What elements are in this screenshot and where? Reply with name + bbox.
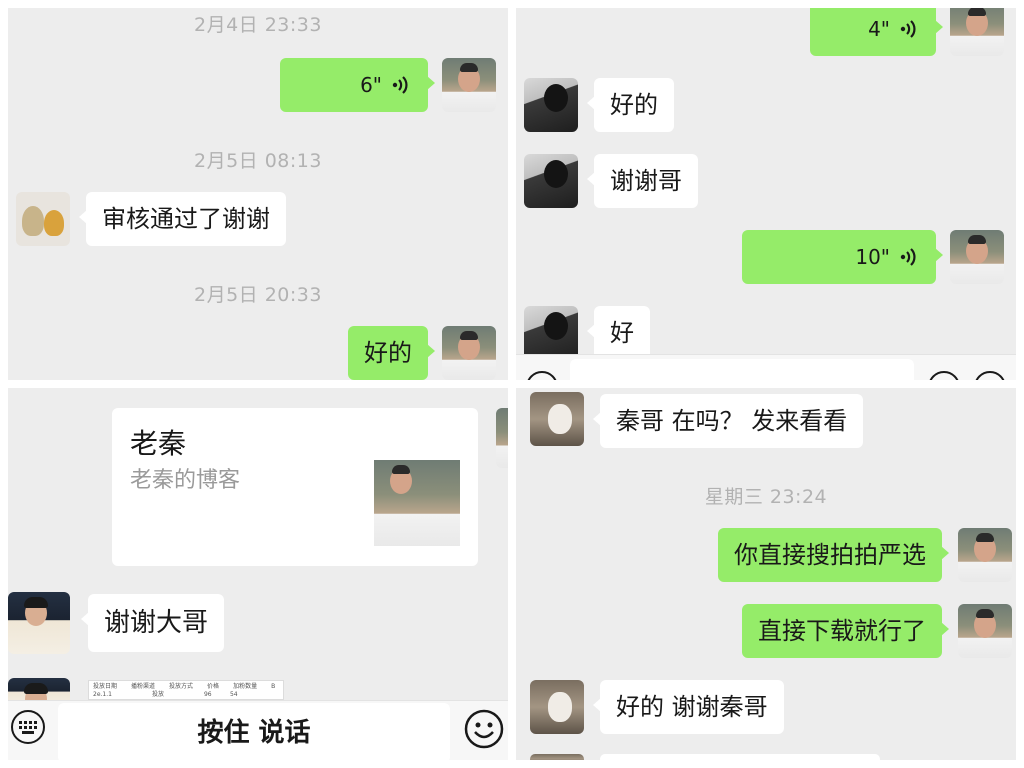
file-preview-cell: 播粉渠道 xyxy=(131,683,156,690)
incoming-message[interactable]: 谢谢大哥 xyxy=(80,594,225,652)
hold-to-talk-button[interactable]: 按住 说话 xyxy=(58,703,450,760)
incoming-message[interactable]: 好的 xyxy=(587,78,674,132)
chat-panel-1: 2月4日 23:33 6" 2月5日 08:13 审核通过了谢谢 2月5日 20… xyxy=(8,8,508,380)
file-preview-cell: 96 xyxy=(203,691,212,698)
voice-duration: 6" xyxy=(360,73,382,97)
file-preview-cell: 加粉数量 xyxy=(233,683,258,690)
file-preview-cell: 投放方式 xyxy=(169,683,194,690)
file-preview-cell: 54 xyxy=(229,691,238,698)
voice-wave-icon xyxy=(900,248,916,266)
file-preview-cell xyxy=(178,691,190,699)
incoming-message[interactable]: 好的 谢谢秦哥 xyxy=(593,680,784,734)
contact-avatar[interactable] xyxy=(524,78,578,132)
voice-wave-icon xyxy=(900,20,916,38)
timestamp: 2月5日 08:13 xyxy=(194,150,322,172)
input-bar xyxy=(516,354,1016,380)
file-preview-data-row: 2e.1.1 投放 96 54 xyxy=(93,691,279,699)
voice-duration: 4" xyxy=(868,17,890,41)
file-preview-cell: 2e.1.1 xyxy=(93,691,112,698)
chat-panel-4: 秦哥 在吗？ 发来看看 星期三 23:24 你直接搜拍拍严选 直接下载就行了 好… xyxy=(516,388,1016,760)
file-preview-cell xyxy=(126,691,138,699)
incoming-message[interactable]: 秦哥 在吗？ 发来看看 xyxy=(592,394,864,448)
contact-avatar[interactable] xyxy=(524,306,578,360)
voice-message-bubble[interactable]: 10" xyxy=(742,230,943,284)
outgoing-message[interactable]: 直接下载就行了 xyxy=(742,604,949,658)
contact-avatar[interactable] xyxy=(530,754,584,760)
my-avatar[interactable] xyxy=(950,8,1004,56)
file-preview-cell: 投放 xyxy=(151,691,164,698)
my-avatar[interactable] xyxy=(442,58,496,112)
contact-avatar[interactable] xyxy=(530,392,584,446)
file-preview-cell: 价格 xyxy=(207,683,220,690)
timestamp: 2月4日 23:33 xyxy=(194,14,322,36)
file-preview-header-row: 投放日期 播粉渠道 投放方式 价格 加粉数量 B xyxy=(93,683,279,691)
chat-panel-3: 老秦 老秦的博客 谢谢大哥 投放日期 播粉渠道 投放方式 价格 加粉数量 B 2e.1.1… xyxy=(8,388,508,760)
incoming-message[interactable]: 好 xyxy=(587,306,650,360)
file-preview[interactable]: 投放日期 播粉渠道 投放方式 价格 加粉数量 B 2e.1.1 投放 96 54 xyxy=(88,680,284,700)
file-preview-cell: B xyxy=(271,683,276,690)
voice-toggle-icon[interactable] xyxy=(526,371,558,380)
timestamp: 星期三 23:24 xyxy=(704,486,828,508)
card-subtitle: 老秦的博客 xyxy=(130,468,241,493)
emoji-icon[interactable] xyxy=(464,709,504,749)
voice-message-bubble[interactable]: 6" xyxy=(280,58,435,112)
contact-avatar[interactable] xyxy=(16,192,70,246)
card-thumbnail xyxy=(374,460,460,546)
my-avatar[interactable] xyxy=(950,230,1004,284)
keyboard-icon[interactable] xyxy=(10,709,46,745)
outgoing-message[interactable]: 好的 xyxy=(348,326,435,380)
file-preview-cell: 投放日期 xyxy=(93,683,118,690)
message-input[interactable] xyxy=(570,359,914,380)
incoming-message[interactable] xyxy=(600,754,880,760)
voice-message-bubble[interactable]: 4" xyxy=(810,8,943,56)
my-avatar[interactable] xyxy=(958,528,1012,582)
incoming-message[interactable]: 审核通过了谢谢 xyxy=(79,192,286,246)
timestamp: 2月5日 20:33 xyxy=(194,284,322,306)
incoming-message[interactable]: 谢谢哥 xyxy=(587,154,698,208)
voice-duration: 10" xyxy=(855,245,890,269)
my-avatar[interactable] xyxy=(958,604,1012,658)
emoji-icon[interactable] xyxy=(928,371,960,380)
outgoing-message[interactable]: 你直接搜拍拍严选 xyxy=(718,528,949,582)
my-avatar[interactable] xyxy=(442,326,496,380)
contact-avatar[interactable] xyxy=(530,680,584,734)
contact-avatar[interactable] xyxy=(524,154,578,208)
add-icon[interactable] xyxy=(974,371,1006,380)
contact-avatar[interactable] xyxy=(8,592,70,654)
voice-wave-icon xyxy=(392,76,408,94)
card-title: 老秦 xyxy=(130,427,187,460)
chat-panel-2: 4" 好的 谢谢哥 10" 好 xyxy=(516,8,1016,380)
input-bar: 按住 说话 xyxy=(8,700,508,760)
my-avatar[interactable] xyxy=(496,408,508,468)
contact-card[interactable]: 老秦 老秦的博客 xyxy=(112,408,478,566)
